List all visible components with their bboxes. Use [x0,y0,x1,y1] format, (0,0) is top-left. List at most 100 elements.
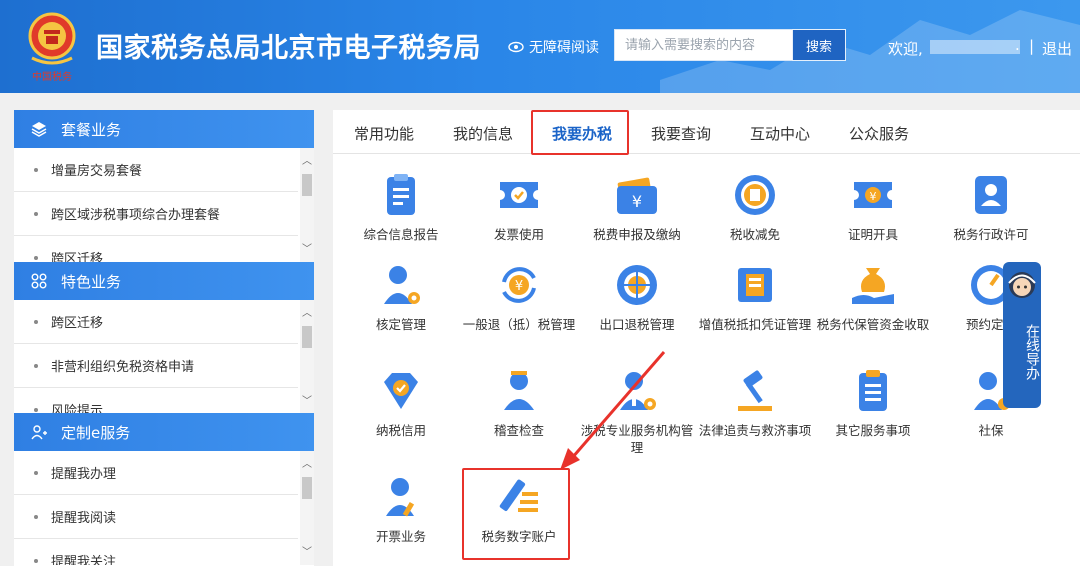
chevron-up-icon[interactable]: ︿ [302,156,312,168]
search-button[interactable]: 搜索 [792,29,846,61]
scrollbar-thumb[interactable] [302,326,312,348]
tile-label: 社保 [978,423,1004,438]
list-item[interactable]: 提醒我关注 [14,539,298,565]
tile-tax-filing-payment[interactable]: ¥ 税费申报及缴纳 [577,170,697,243]
tile-certificate[interactable]: ¥ 证明开具 [813,170,933,243]
masked-username [930,40,1020,54]
welcome-text: 欢迎, [888,40,923,58]
list-item[interactable]: 非营利组织免税资格申请 [14,344,298,388]
online-guide-button[interactable]: 在线导办 [1003,262,1041,408]
gavel-icon [738,370,772,411]
tile-invoicing[interactable]: 开票业务 [341,472,461,545]
tile-vat-voucher[interactable]: 增值税抵扣凭证管理 [695,260,815,333]
list-item-label: 增量房交易套餐 [51,164,143,179]
chevron-down-icon[interactable]: ﹀ [302,396,312,408]
tab-common[interactable]: 常用功能 [354,123,414,144]
list-item[interactable]: 提醒我阅读 [14,495,298,539]
sidebar-section-header[interactable]: 套餐业务 [14,110,314,148]
user-gear-icon [384,266,420,304]
sidebar-section-header[interactable]: 定制e服务 [14,413,314,451]
search-input[interactable] [614,29,794,61]
scrollbar[interactable]: ︿ ﹀ [300,451,314,565]
online-guide-label: 在线导办 [1024,324,1040,380]
scrollbar-thumb[interactable] [302,477,312,499]
scrollbar-thumb[interactable] [302,174,312,196]
digital-account-highlight [462,468,570,560]
chevron-down-icon[interactable]: ﹀ [302,547,312,559]
tile-assessment[interactable]: 核定管理 [341,260,461,333]
tab-bar: 常用功能 我的信息 我要办税 我要查询 互动中心 公众服务 [333,110,1080,155]
tab-my-info[interactable]: 我的信息 [453,123,513,144]
tile-comprehensive-report[interactable]: 综合信息报告 [341,170,461,243]
header-separator: | [1029,37,1035,55]
tile-general-refund[interactable]: ¥ 一般退（抵）税管理 [459,260,579,333]
tile-label: 税收减免 [729,227,780,242]
refund-yuan-icon: ¥ [502,267,536,303]
site-header: 中国税务 国家税务总局北京市电子税务局 无障碍阅读 搜索 欢迎, . | 退出 [0,0,1080,93]
site-title: 国家税务总局北京市电子税务局 [96,33,481,64]
sidebar-section-package: 套餐业务 增量房交易套餐 跨区域涉税事项综合办理套餐 跨区迁移 ︿ ﹀ [14,110,314,262]
tab-public-service[interactable]: 公众服务 [849,123,909,144]
layers-icon [31,122,47,137]
list-item-label: 跨区域涉税事项综合办理套餐 [51,208,221,223]
user-plus-icon [31,425,47,440]
clipboard-icon [387,174,415,215]
tile-tax-credit[interactable]: 纳税信用 [341,366,461,439]
tile-export-refund[interactable]: 出口退税管理 [577,260,697,333]
svg-text:¥: ¥ [870,190,877,203]
list-item-label: 跨区迁移 [51,252,104,262]
tile-audit[interactable]: 稽查检查 [459,366,579,439]
sidebar-section-list: 提醒我办理 提醒我阅读 提醒我关注 ︿ ﹀ [14,451,314,565]
tile-label: 法律追责与救济事项 [698,423,812,438]
list-item[interactable]: 跨区域涉税事项综合办理套餐 [14,192,298,236]
tile-label: 涉税专业服务机构管理 [580,423,694,455]
list-item-label: 跨区迁移 [51,316,104,331]
chevron-up-icon[interactable]: ︿ [302,308,312,320]
tile-professional-agency[interactable]: 涉税专业服务机构管理 [577,366,697,456]
list-item-label: 提醒我办理 [51,467,117,482]
tile-label: 稽查检查 [493,423,544,438]
scrollbar[interactable]: ︿ ﹀ [300,300,314,414]
logout-link[interactable]: 退出 [1042,38,1072,59]
bullet-dot [34,470,38,475]
scrollbar[interactable]: ︿ ﹀ [300,148,314,262]
tile-label: 税务代保管资金收取 [816,317,930,332]
chevron-down-icon[interactable]: ﹀ [302,244,312,256]
list-item[interactable]: 风险提示 [14,388,298,414]
chevron-up-icon[interactable]: ︿ [302,459,312,471]
list-item-label: 提醒我关注 [51,555,117,565]
tile-label: 其它服务事项 [835,423,911,438]
tile-label: 开票业务 [375,529,426,544]
tile-other-services[interactable]: 其它服务事项 [813,366,933,439]
list-item[interactable]: 跨区迁移 [14,236,298,262]
tile-legal-remedy[interactable]: 法律追责与救济事项 [695,366,815,439]
tile-invoice-use[interactable]: 发票使用 [459,170,579,243]
bullet-dot [34,558,38,563]
certificate-yuan-icon: ¥ [854,182,892,208]
sidebar-section-list: 增量房交易套餐 跨区域涉税事项综合办理套餐 跨区迁移 ︿ ﹀ [14,148,314,262]
bullet-dot [34,211,38,216]
tile-admin-permit[interactable]: 税务行政许可 [931,170,1051,243]
sidebar-section-title: 套餐业务 [61,120,122,139]
tab-interaction[interactable]: 互动中心 [750,123,810,144]
accessibility-link[interactable]: 无障碍阅读 [508,37,599,57]
sidebar-section-header[interactable]: 特色业务 [14,262,314,300]
tile-custody-funds[interactable]: 税务代保管资金收取 [813,260,933,333]
list-item[interactable]: 跨区迁移 [14,300,298,344]
svg-text:¥: ¥ [515,279,523,294]
list-item[interactable]: 提醒我办理 [14,451,298,495]
bullet-dot [34,167,38,172]
globe-icon [617,265,657,305]
emblem-caption: 中国税务 [32,70,72,83]
tile-label: 纳税信用 [375,423,426,438]
vat-voucher-icon [738,268,772,302]
tile-label: 出口退税管理 [599,317,675,332]
sidebar-section-title: 特色业务 [61,272,122,291]
tile-tax-reduction[interactable]: 税收减免 [695,170,815,243]
list-item-label: 风险提示 [51,404,104,414]
tab-query[interactable]: 我要查询 [651,123,711,144]
list-item[interactable]: 增量房交易套餐 [14,148,298,192]
sidebar: 套餐业务 增量房交易套餐 跨区域涉税事项综合办理套餐 跨区迁移 ︿ ﹀ 特色业务 … [14,110,314,566]
assistant-avatar-icon [1008,272,1036,298]
tile-label: 增值税抵扣凭证管理 [698,317,812,332]
